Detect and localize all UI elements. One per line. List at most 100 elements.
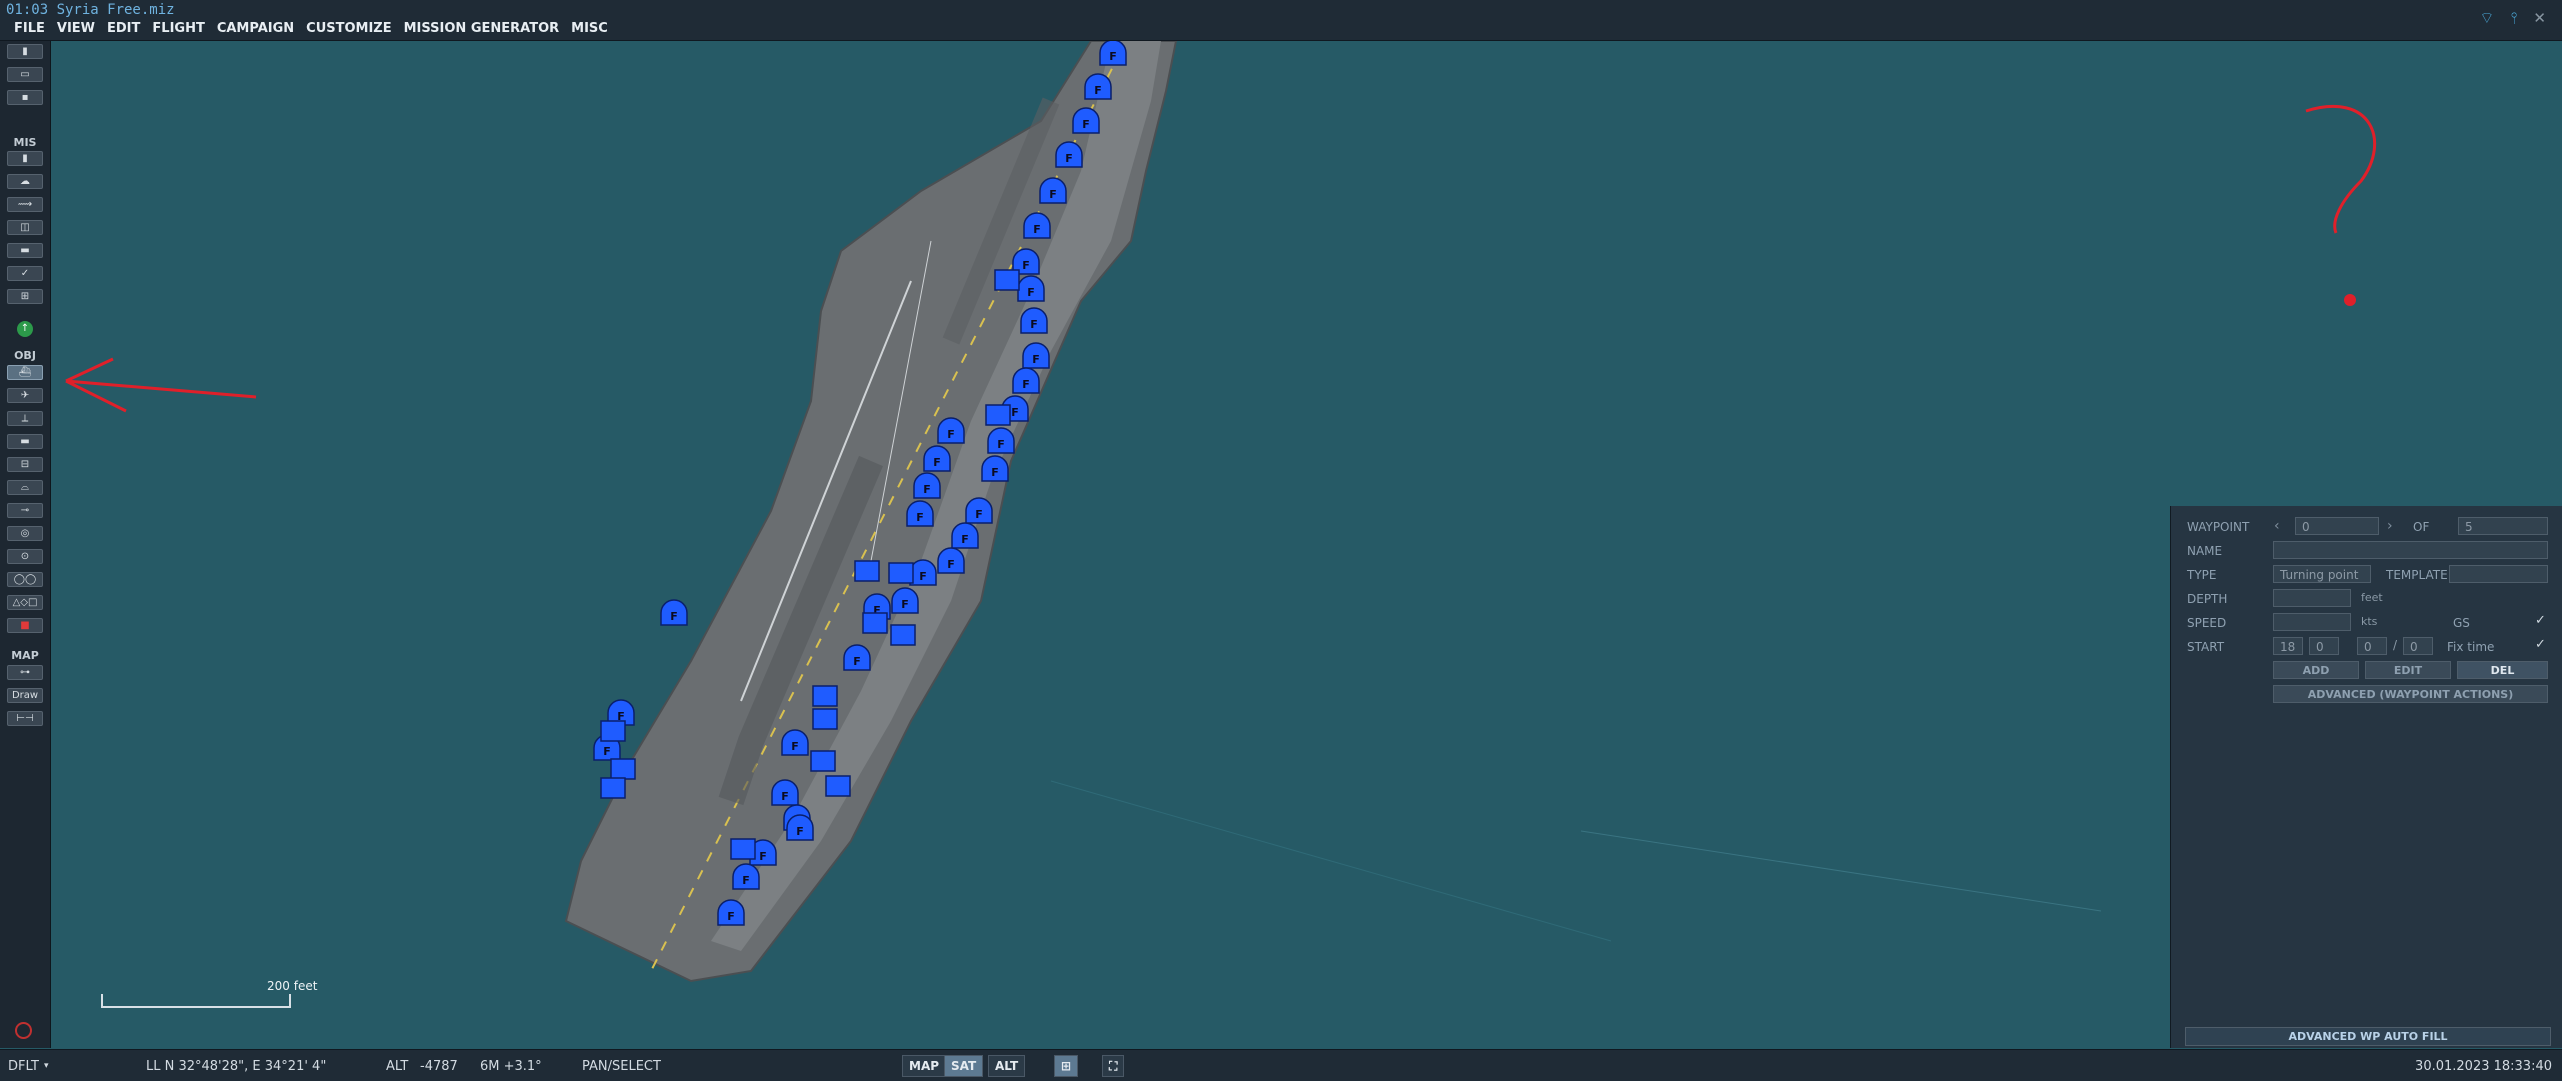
antenna-icon[interactable]: ⫯ <box>2510 8 2517 28</box>
add-target-button[interactable]: ⊙ <box>7 549 43 564</box>
mission-briefing-button[interactable]: ▮ <box>7 151 43 166</box>
view-filter-icon[interactable]: ⊞ <box>1054 1055 1079 1077</box>
unit-marker-label: F <box>1030 318 1038 331</box>
unit-square-marker[interactable] <box>600 720 626 742</box>
unit-square-marker[interactable] <box>600 777 626 799</box>
ruler-button[interactable]: ⊢⊣ <box>7 711 43 726</box>
menu-flight[interactable]: FLIGHT <box>146 21 210 36</box>
start-minutes-input[interactable]: 0 <box>2309 637 2339 655</box>
start-day-input[interactable]: 0 <box>2403 637 2433 655</box>
ruler-icon: ⊢⊣ <box>16 713 34 724</box>
menu-file[interactable]: FILE <box>8 21 51 36</box>
menu-campaign[interactable]: CAMPAIGN <box>211 21 300 36</box>
fullscreen-icon[interactable]: ⛶ <box>1102 1055 1125 1077</box>
unit-marker-label: F <box>991 466 999 479</box>
add-zone-button[interactable]: ◎ <box>7 526 43 541</box>
wifi-icon[interactable]: ⌔ <box>2479 8 2494 28</box>
menu-edit[interactable]: EDIT <box>101 21 146 36</box>
unit-square-marker[interactable] <box>985 404 1011 426</box>
unit-square-marker[interactable] <box>862 612 888 634</box>
unit-square-marker[interactable] <box>825 775 851 797</box>
chevron-down-icon[interactable]: ▾ <box>44 1061 49 1071</box>
unit-square-marker[interactable] <box>888 562 914 584</box>
menu-view[interactable]: VIEW <box>51 21 101 36</box>
unit-marker-label: F <box>916 511 924 524</box>
waypoint-select[interactable]: 0 <box>2295 517 2379 535</box>
satellite-mode-button[interactable]: SAT <box>944 1055 984 1077</box>
delete-waypoint-button[interactable]: DEL <box>2457 661 2548 679</box>
next-waypoint-icon[interactable]: › <box>2387 518 2393 534</box>
add-ship-button[interactable]: ⛴ <box>7 365 43 380</box>
unit-square-marker[interactable] <box>812 685 838 707</box>
advanced-waypoint-actions-button[interactable]: ADVANCED (WAYPOINT ACTIONS) <box>2273 685 2548 703</box>
resources-button[interactable]: ⊞ <box>7 289 43 304</box>
menu-misc[interactable]: MISC <box>565 21 614 36</box>
delete-icon: ■ <box>20 620 30 631</box>
goals-button[interactable]: ▬ <box>7 243 43 258</box>
advanced-wp-auto-fill-button[interactable]: ADVANCED WP AUTO FILL <box>2185 1027 2551 1046</box>
target-icon: ⊙ <box>20 551 30 562</box>
name-input[interactable] <box>2273 541 2548 559</box>
depth-label: DEPTH <box>2187 592 2228 606</box>
main-menu: FILE VIEW EDIT FLIGHT CAMPAIGN CUSTOMIZE… <box>8 21 614 36</box>
section-mis-label: MIS <box>13 136 37 149</box>
add-plane-button[interactable]: ✈ <box>7 388 43 403</box>
depth-input[interactable] <box>2273 589 2351 607</box>
add-formation-button[interactable]: ◯◯ <box>7 572 43 587</box>
check-icon: ✓ <box>20 268 30 279</box>
menu-customize[interactable]: CUSTOMIZE <box>300 21 397 36</box>
menu-mission-generator[interactable]: MISSION GENERATOR <box>398 21 566 36</box>
add-vehicle-button[interactable]: ▬ <box>7 434 43 449</box>
triggers-button[interactable]: ◫ <box>7 220 43 235</box>
weather-button[interactable]: ☁ <box>7 174 43 189</box>
map-mode-button[interactable]: MAP <box>902 1055 947 1077</box>
add-static-button[interactable]: ⊟ <box>7 457 43 472</box>
start-hours-input[interactable]: 18 <box>2273 637 2303 655</box>
unit-square-marker[interactable] <box>890 624 916 646</box>
unit-marker-label: F <box>781 790 789 803</box>
trigger-icon: ◫ <box>20 222 30 233</box>
prev-waypoint-icon[interactable]: ‹ <box>2274 518 2280 534</box>
add-waypoint-button[interactable]: ⊸ <box>7 503 43 518</box>
edit-waypoint-button[interactable]: EDIT <box>2365 661 2451 679</box>
map-key-button[interactable]: ⊶ <box>7 665 43 680</box>
speed-input[interactable] <box>2273 613 2351 631</box>
add-group-button[interactable]: ⌓ <box>7 480 43 495</box>
wake-line <box>1580 830 2102 912</box>
unit-square-marker[interactable] <box>994 269 1020 291</box>
coalition-icon[interactable]: ↑ <box>17 321 33 337</box>
mode-indicator: PAN/SELECT <box>582 1059 661 1074</box>
add-shapes-button[interactable]: △◇□ <box>7 595 43 610</box>
profile-select[interactable]: DFLT <box>8 1059 39 1074</box>
add-waypoint-button[interactable]: ADD <box>2273 661 2359 679</box>
unit-square-marker[interactable] <box>610 758 636 780</box>
save-mission-button[interactable]: ▪ <box>7 90 43 105</box>
close-icon[interactable]: ✕ <box>2533 9 2546 27</box>
start-seconds-input[interactable]: 0 <box>2357 637 2387 655</box>
unit-square-marker[interactable] <box>730 838 756 860</box>
aircraft-carrier[interactable] <box>564 41 1178 983</box>
fix-time-checkbox[interactable]: ✓ <box>2535 637 2546 652</box>
resources-icon: ⊞ <box>20 291 30 302</box>
record-icon[interactable] <box>15 1022 32 1039</box>
check-button[interactable]: ✓ <box>7 266 43 281</box>
draw-button[interactable]: Draw <box>7 688 43 703</box>
gs-checkbox[interactable]: ✓ <box>2535 613 2546 628</box>
group-icon: ⌓ <box>21 482 29 493</box>
annotation-arrow <box>65 357 257 413</box>
delete-object-button[interactable]: ■ <box>7 618 43 633</box>
flight-button[interactable]: ⟿ <box>7 197 43 212</box>
scale-bar <box>101 994 291 1008</box>
key-icon: ⊶ <box>20 667 30 678</box>
altitude-mode-button[interactable]: ALT <box>988 1055 1026 1077</box>
unit-marker-label: F <box>1022 378 1030 391</box>
unit-square-marker[interactable] <box>812 708 838 730</box>
new-mission-button[interactable]: ▮ <box>7 44 43 59</box>
type-select[interactable]: Turning point <box>2273 565 2371 583</box>
unit-square-marker[interactable] <box>854 560 880 582</box>
open-mission-button[interactable]: ▭ <box>7 67 43 82</box>
template-select[interactable] <box>2449 565 2548 583</box>
unit-marker-label: F <box>919 570 927 583</box>
unit-square-marker[interactable] <box>810 750 836 772</box>
add-helicopter-button[interactable]: ⟂ <box>7 411 43 426</box>
